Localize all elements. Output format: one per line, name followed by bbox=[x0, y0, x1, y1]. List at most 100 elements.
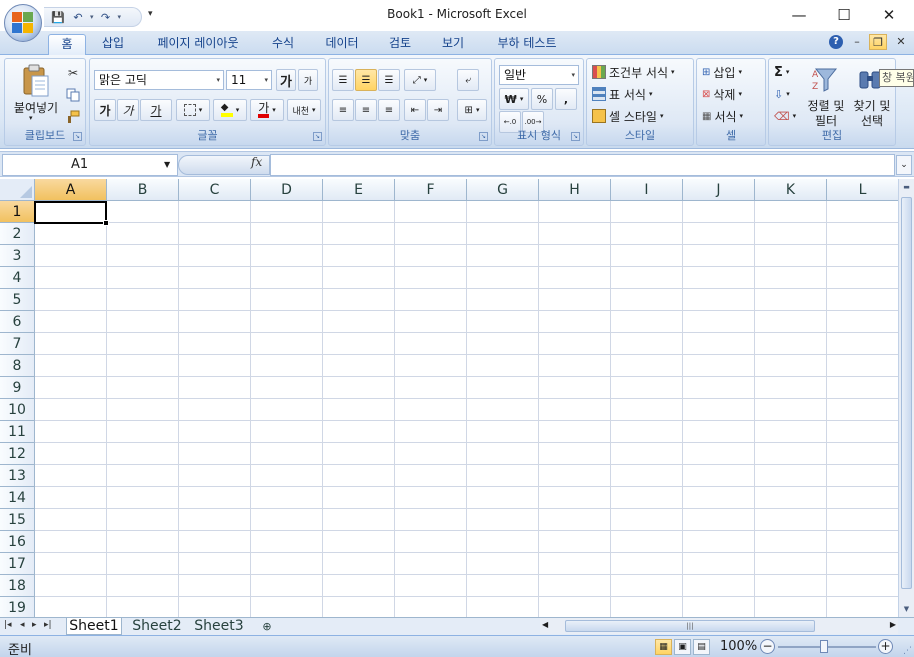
fill-color-button[interactable]: ◆ ▾ bbox=[213, 99, 247, 121]
merge-center-button[interactable]: ⊞ ▾ bbox=[457, 99, 487, 121]
column-header-a[interactable]: A bbox=[35, 179, 107, 201]
font-name-combo[interactable]: 맑은 고딕 ▾ bbox=[94, 70, 224, 90]
row-header-3[interactable]: 3 bbox=[0, 245, 35, 267]
minimize-button[interactable]: — bbox=[784, 4, 814, 26]
row-header-14[interactable]: 14 bbox=[0, 487, 35, 509]
workbook-close-button[interactable]: ✕ bbox=[892, 34, 910, 50]
tab-page-layout[interactable]: 페이지 레이아웃 bbox=[146, 34, 250, 55]
cut-icon[interactable]: ✂ bbox=[65, 65, 81, 81]
sheet-tab-sheet3[interactable]: Sheet3 bbox=[190, 618, 248, 635]
grow-font-button[interactable]: 가 bbox=[276, 69, 296, 91]
format-as-table-button[interactable]: 표 서식 ▾ bbox=[591, 83, 693, 105]
align-right-button[interactable]: ≡ bbox=[378, 99, 400, 121]
paste-dropdown-icon[interactable]: ▾ bbox=[29, 114, 33, 122]
row-header-8[interactable]: 8 bbox=[0, 355, 35, 377]
font-size-combo[interactable]: 11 ▾ bbox=[226, 70, 272, 90]
fill-handle[interactable] bbox=[103, 220, 109, 226]
column-header-c[interactable]: C bbox=[179, 179, 251, 201]
italic-button[interactable]: 가 bbox=[117, 99, 139, 121]
last-sheet-icon[interactable]: ▸| bbox=[44, 620, 52, 630]
align-center-button[interactable]: ≡ bbox=[355, 99, 377, 121]
clear-button[interactable]: ⌫ ▾ bbox=[773, 105, 803, 127]
row-header-7[interactable]: 7 bbox=[0, 333, 35, 355]
normal-view-button[interactable]: ▦ bbox=[655, 639, 672, 655]
cell-styles-button[interactable]: 셀 스타일 ▾ bbox=[591, 105, 693, 127]
name-box[interactable]: A1 bbox=[2, 154, 178, 176]
help-icon[interactable]: ? bbox=[829, 35, 843, 49]
row-header-4[interactable]: 4 bbox=[0, 267, 35, 289]
paste-button-label[interactable]: 붙여넣기 bbox=[9, 99, 63, 116]
align-middle-button[interactable]: ☰ bbox=[355, 69, 377, 91]
row-header-6[interactable]: 6 bbox=[0, 311, 35, 333]
column-header-b[interactable]: B bbox=[107, 179, 179, 201]
row-header-18[interactable]: 18 bbox=[0, 575, 35, 597]
insert-sheet-icon[interactable]: ⊕ bbox=[254, 618, 280, 635]
shrink-font-button[interactable]: 가 bbox=[298, 69, 318, 91]
zoom-out-button[interactable]: − bbox=[760, 639, 775, 654]
borders-button[interactable]: ▾ bbox=[176, 99, 210, 121]
font-launcher-icon[interactable]: ↘ bbox=[313, 132, 322, 141]
workbook-restore-button[interactable]: ❐ bbox=[869, 34, 887, 50]
sheet-tab-sheet2[interactable]: Sheet2 bbox=[128, 618, 186, 635]
prev-sheet-icon[interactable]: ◂ bbox=[20, 620, 25, 630]
delete-cells-button[interactable]: ⊠ 삭제 ▾ bbox=[701, 83, 765, 105]
font-size-dropdown-icon[interactable]: ▾ bbox=[264, 71, 268, 89]
number-format-combo[interactable]: 일반 ▾ bbox=[499, 65, 579, 85]
page-layout-view-button[interactable]: ▣ bbox=[674, 639, 691, 655]
tab-home[interactable]: 홈 bbox=[48, 34, 86, 55]
tab-review[interactable]: 검토 bbox=[380, 34, 420, 55]
row-header-11[interactable]: 11 bbox=[0, 421, 35, 443]
currency-button[interactable]: ₩ ▾ bbox=[499, 88, 529, 110]
resize-grip-icon[interactable]: ⋰ bbox=[903, 646, 912, 656]
copy-icon[interactable] bbox=[65, 87, 81, 103]
scroll-down-icon[interactable]: ▼ bbox=[900, 602, 913, 616]
expand-formula-bar-button[interactable]: ⌄ bbox=[896, 155, 912, 175]
scroll-right-icon[interactable]: ▶ bbox=[890, 620, 896, 629]
autosum-button[interactable]: Σ ▾ bbox=[773, 61, 803, 83]
font-color-button[interactable]: 가 ▾ bbox=[250, 99, 284, 121]
column-header-f[interactable]: F bbox=[395, 179, 467, 201]
alignment-launcher-icon[interactable]: ↘ bbox=[479, 132, 488, 141]
tab-formulas[interactable]: 수식 bbox=[263, 34, 303, 55]
zoom-in-button[interactable]: + bbox=[878, 639, 893, 654]
split-box-icon[interactable]: ▬ bbox=[900, 180, 913, 194]
number-format-dropdown-icon[interactable]: ▾ bbox=[571, 66, 575, 84]
insert-cells-button[interactable]: ⊞ 삽입 ▾ bbox=[701, 61, 765, 83]
column-header-l[interactable]: L bbox=[827, 179, 898, 201]
underline-button[interactable]: 가 bbox=[140, 99, 172, 121]
paste-icon[interactable] bbox=[19, 63, 53, 99]
row-header-13[interactable]: 13 bbox=[0, 465, 35, 487]
bold-button[interactable]: 가 bbox=[94, 99, 116, 121]
row-header-19[interactable]: 19 bbox=[0, 597, 35, 617]
sort-filter-icon[interactable]: A Z bbox=[809, 63, 839, 95]
clipboard-launcher-icon[interactable]: ↘ bbox=[73, 132, 82, 141]
find-select-button[interactable]: 찾기 및 선택 bbox=[849, 99, 895, 129]
first-sheet-icon[interactable]: |◂ bbox=[4, 620, 12, 630]
row-header-16[interactable]: 16 bbox=[0, 531, 35, 553]
comma-button[interactable]: , bbox=[555, 88, 577, 110]
row-header-5[interactable]: 5 bbox=[0, 289, 35, 311]
column-header-e[interactable]: E bbox=[323, 179, 395, 201]
column-header-i[interactable]: I bbox=[611, 179, 683, 201]
tab-insert[interactable]: 삽입 bbox=[92, 34, 134, 55]
format-painter-icon[interactable] bbox=[65, 109, 81, 125]
align-bottom-button[interactable]: ☰ bbox=[378, 69, 400, 91]
column-header-j[interactable]: J bbox=[683, 179, 755, 201]
increase-indent-button[interactable]: ⇥ bbox=[427, 99, 449, 121]
maximize-button[interactable]: ☐ bbox=[829, 4, 859, 26]
worksheet-grid[interactable]: ABCDEFGHIJKL 1 2 3 4 5 6 7 8 9 10 11 12 13 14 15 16 17 18… bbox=[0, 179, 898, 617]
row-header-15[interactable]: 15 bbox=[0, 509, 35, 531]
font-name-dropdown-icon[interactable]: ▾ bbox=[216, 71, 220, 89]
sheet-tab-sheet1[interactable]: Sheet1 bbox=[66, 618, 122, 635]
formula-input[interactable] bbox=[270, 154, 895, 176]
fill-button[interactable]: ⇩ ▾ bbox=[773, 83, 803, 105]
column-header-k[interactable]: K bbox=[755, 179, 827, 201]
row-header-17[interactable]: 17 bbox=[0, 553, 35, 575]
tab-data[interactable]: 데이터 bbox=[316, 34, 368, 55]
align-left-button[interactable]: ≡ bbox=[332, 99, 354, 121]
column-header-d[interactable]: D bbox=[251, 179, 323, 201]
scroll-left-icon[interactable]: ◀ bbox=[542, 620, 548, 629]
workbook-minimize-button[interactable]: – bbox=[848, 34, 866, 50]
row-header-9[interactable]: 9 bbox=[0, 377, 35, 399]
column-header-h[interactable]: H bbox=[539, 179, 611, 201]
